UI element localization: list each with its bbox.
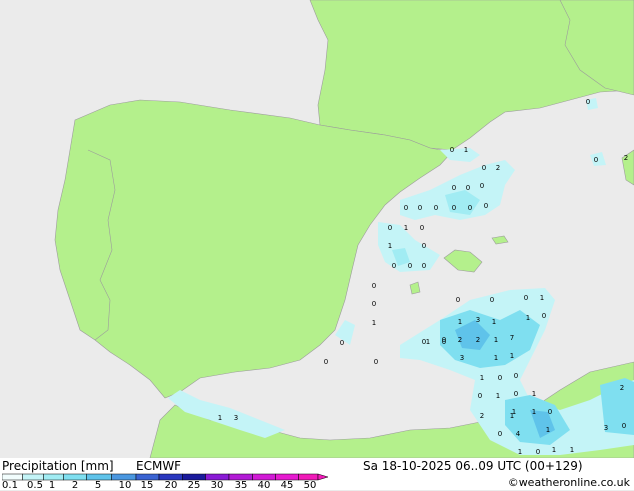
precip-value-label: 0 [536, 448, 540, 456]
precip-value-label: 0 [468, 204, 472, 212]
precip-value-label: 0 [452, 204, 456, 212]
precip-value-label: 0 [480, 182, 484, 190]
precip-value-label: 3 [234, 414, 238, 422]
precip-value-label: 1 [546, 426, 550, 434]
precip-value-label: 3 [476, 316, 480, 324]
precip-value-label: 1 [458, 318, 462, 326]
precip-value-label: 3 [604, 424, 608, 432]
precip-value-label: 1 [510, 412, 514, 420]
precip-value-label: 0 [622, 422, 626, 430]
precip-value-label: 0 [450, 146, 454, 154]
precip-value-label: 1 [552, 446, 556, 454]
precip-value-label: 7 [510, 334, 514, 342]
precip-value-label: 1 [218, 414, 222, 422]
precip-value-label: 0 [442, 336, 446, 344]
precip-value-label: 1 [494, 336, 498, 344]
precip-value-label: 0 [420, 224, 424, 232]
precip-value-label: 0 [324, 358, 328, 366]
precip-value-label: 0 [484, 202, 488, 210]
precip-value-label: 4 [516, 430, 521, 438]
precip-value-label: 0 [498, 430, 502, 438]
precip-value-label: 1 [540, 294, 544, 302]
precip-value-label: 0 [452, 184, 456, 192]
precip-value-label: 0 [594, 156, 598, 164]
precip-value-label: 1 [518, 448, 522, 456]
precip-value-label: 1 [426, 338, 430, 346]
legend-title: Precipitation [mm] [2, 459, 114, 473]
precip-value-label: 1 [480, 374, 484, 382]
model-name: ECMWF [136, 459, 182, 473]
precip-value-label: 3 [460, 354, 464, 362]
precip-value-label: 2 [458, 336, 462, 344]
precip-value-label: 2 [476, 336, 480, 344]
precip-value-label: 0 [388, 224, 392, 232]
precip-value-label: 0 [466, 184, 470, 192]
precip-value-label: 0 [498, 374, 502, 382]
precip-value-label: 1 [404, 224, 408, 232]
precip-value-label: 0 [422, 338, 426, 346]
precip-value-label: 2 [480, 412, 484, 420]
precip-value-label: 1 [570, 446, 574, 454]
precip-value-label: 0 [542, 312, 546, 320]
precip-value-label: 0 [372, 300, 376, 308]
precip-value-label: 1 [492, 318, 496, 326]
precip-value-label: 0 [586, 98, 590, 106]
precip-value-label: 0 [490, 296, 494, 304]
precip-value-label: 0 [456, 296, 460, 304]
legend-arrow-tip [317, 473, 329, 481]
precip-value-label: 1 [526, 314, 530, 322]
precip-value-label: 1 [494, 354, 498, 362]
precip-value-label: 0 [422, 262, 426, 270]
precip-value-label: 1 [510, 352, 514, 360]
precip-value-label: 0 [418, 204, 422, 212]
precip-value-label: 1 [496, 392, 500, 400]
precip-value-label: 0 [372, 282, 376, 290]
precip-value-label: 2 [620, 384, 624, 392]
precip-value-label: 2 [496, 164, 500, 172]
valid-datetime: Sa 18-10-2025 06..09 UTC (00+129) [363, 459, 583, 473]
precip-value-label: 0 [514, 390, 518, 398]
precip-value-label: 0 [408, 262, 412, 270]
precip-value-label: 1 [532, 408, 536, 416]
precipitation-map: 0 10 20 0 00 0 0 0 0 00 1 01 00 0 000 0 0 0 1100 01 3 1 1 01 0 2 2… [0, 0, 634, 458]
precip-value-label: 0 [514, 372, 518, 380]
precip-value-label: 0 [392, 262, 396, 270]
precip-value-label: 0 [478, 392, 482, 400]
precip-value-label: 0 [524, 294, 528, 302]
precip-value-label: 0 [422, 242, 426, 250]
precip-value-label: 2 [624, 154, 628, 162]
precip-value-label: 0 [374, 358, 378, 366]
precip-value-label: 0 [548, 408, 552, 416]
precip-value-label: 0 [482, 164, 486, 172]
precip-value-label: 1 [372, 319, 376, 327]
precip-value-label: 0 [404, 204, 408, 212]
precip-value-label: 1 [388, 242, 392, 250]
precip-value-label: 0 [434, 204, 438, 212]
precip-value-label: 0 [340, 339, 344, 347]
precip-value-label: 1 [464, 146, 468, 154]
precip-value-label: 1 [532, 390, 536, 398]
